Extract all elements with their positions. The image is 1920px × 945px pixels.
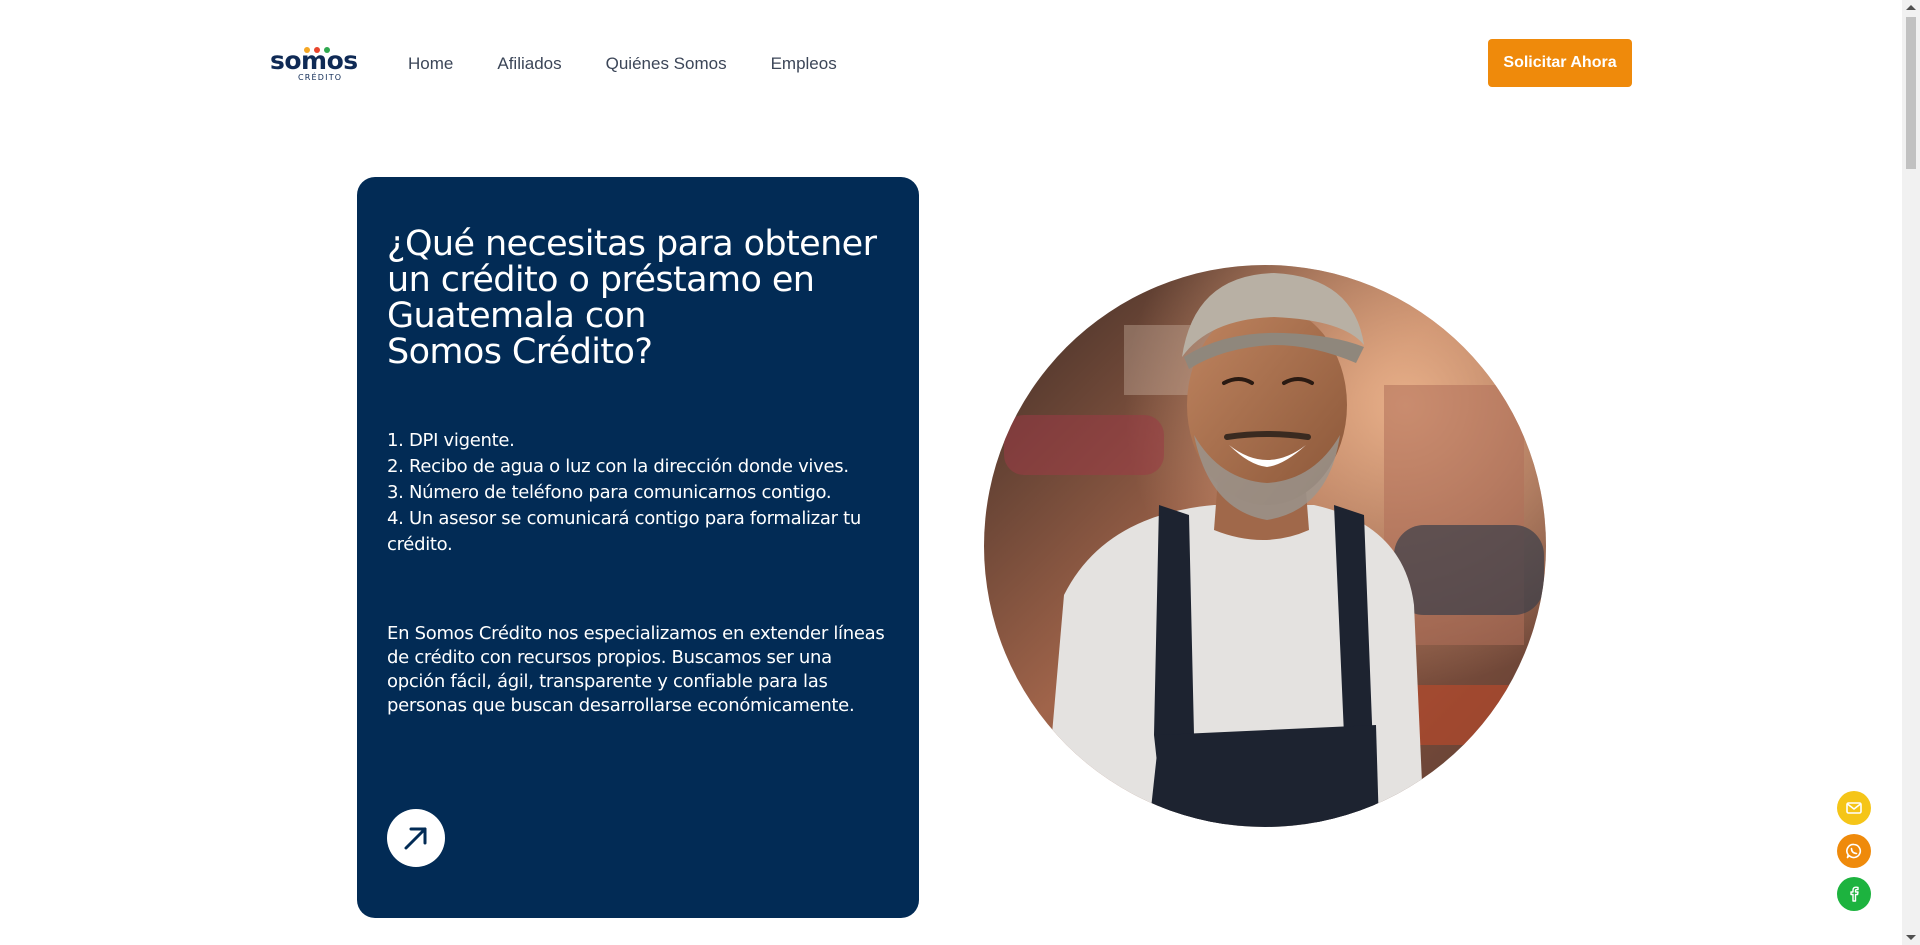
facebook-contact-button[interactable] bbox=[1837, 877, 1871, 911]
facebook-icon bbox=[1850, 886, 1859, 902]
somos-credito-logo[interactable]: somos CRÉDITO bbox=[270, 44, 370, 84]
whatsapp-contact-button[interactable] bbox=[1837, 834, 1871, 868]
card-title-line: ¿Qué necesitas para obtener bbox=[387, 224, 877, 264]
card-description: En Somos Crédito nos especializamos en e… bbox=[387, 623, 885, 716]
card-title-line: Somos Crédito? bbox=[387, 332, 653, 372]
requirement-item: 1. DPI vigente. bbox=[387, 430, 515, 451]
nav-link-empleos[interactable]: Empleos bbox=[771, 53, 837, 75]
card-title-line: Guatemala con bbox=[387, 296, 646, 336]
logo-subtitle: CRÉDITO bbox=[298, 73, 343, 82]
arrow-link-button[interactable] bbox=[387, 809, 445, 867]
whatsapp-icon bbox=[1846, 843, 1862, 859]
requirement-item: 2. Recibo de agua o luz con la dirección… bbox=[387, 456, 849, 477]
requirements-list: 1. DPI vigente. 2. Recibo de agua o luz … bbox=[387, 428, 889, 558]
vendor-illustration bbox=[984, 265, 1546, 827]
site-header: somos CRÉDITO Home Afiliados Quiénes Som… bbox=[0, 0, 1902, 128]
requirement-item: 4. Un asesor se comunicará contigo para … bbox=[387, 508, 862, 555]
requirement-item: 3. Número de teléfono para comunicarnos … bbox=[387, 482, 832, 503]
solicitar-ahora-button[interactable]: Solicitar Ahora bbox=[1488, 39, 1632, 87]
page-scrollbar[interactable] bbox=[1902, 0, 1920, 945]
nav-link-home[interactable]: Home bbox=[408, 53, 453, 75]
hero-photo-smiling-vendor bbox=[984, 265, 1546, 827]
arrow-up-right-icon bbox=[404, 827, 427, 850]
main-nav: Home Afiliados Quiénes Somos Empleos bbox=[408, 53, 837, 75]
scroll-down-arrow-icon[interactable] bbox=[1906, 935, 1916, 940]
card-title-line: un crédito o préstamo en bbox=[387, 260, 815, 300]
nav-link-quienes-somos[interactable]: Quiénes Somos bbox=[606, 53, 727, 75]
card-title: ¿Qué necesitas para obtener un crédito o… bbox=[387, 226, 889, 370]
scroll-up-arrow-icon[interactable] bbox=[1906, 5, 1916, 10]
logo-wordmark: somos bbox=[270, 46, 358, 75]
mail-icon bbox=[1846, 802, 1862, 814]
requirements-card: ¿Qué necesitas para obtener un crédito o… bbox=[357, 177, 919, 918]
email-contact-button[interactable] bbox=[1837, 791, 1871, 825]
nav-link-afiliados[interactable]: Afiliados bbox=[497, 53, 561, 75]
scrollbar-thumb[interactable] bbox=[1906, 17, 1916, 169]
